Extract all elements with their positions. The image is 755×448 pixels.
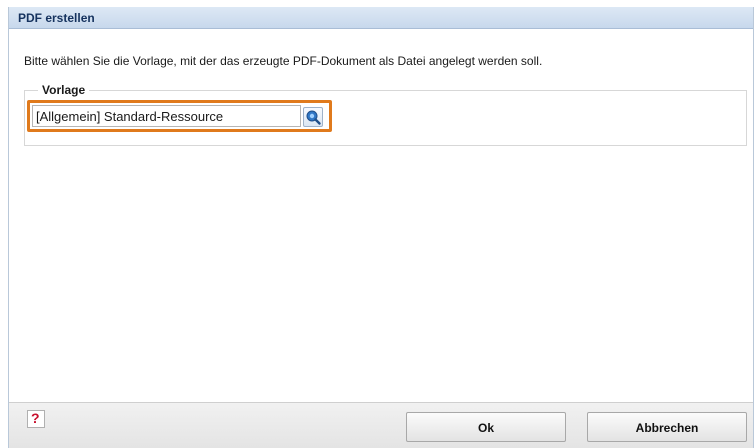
template-fieldset: Vorlage [Allgemein] Standard-Ressource bbox=[24, 83, 747, 146]
template-select-field[interactable]: [Allgemein] Standard-Ressource bbox=[32, 105, 301, 127]
ok-button[interactable]: Ok bbox=[406, 412, 566, 442]
instruction-text: Bitte wählen Sie die Vorlage, mit der da… bbox=[24, 54, 543, 68]
template-select-value: [Allgemein] Standard-Ressource bbox=[36, 109, 224, 124]
dialog-footer: ? Ok Abbrechen bbox=[9, 402, 753, 448]
dialog-body: Bitte wählen Sie die Vorlage, mit der da… bbox=[9, 29, 753, 402]
help-icon: ? bbox=[31, 410, 40, 426]
pdf-dialog: PDF erstellen Bitte wählen Sie die Vorla… bbox=[8, 7, 754, 448]
help-button[interactable]: ? bbox=[27, 410, 45, 428]
dialog-title: PDF erstellen bbox=[18, 11, 95, 25]
template-highlight: [Allgemein] Standard-Ressource bbox=[27, 100, 332, 132]
dialog-titlebar[interactable]: PDF erstellen bbox=[9, 7, 753, 29]
template-lookup-button[interactable] bbox=[303, 107, 323, 127]
template-legend: Vorlage bbox=[38, 83, 90, 97]
cancel-button[interactable]: Abbrechen bbox=[587, 412, 747, 442]
search-icon bbox=[306, 110, 321, 125]
